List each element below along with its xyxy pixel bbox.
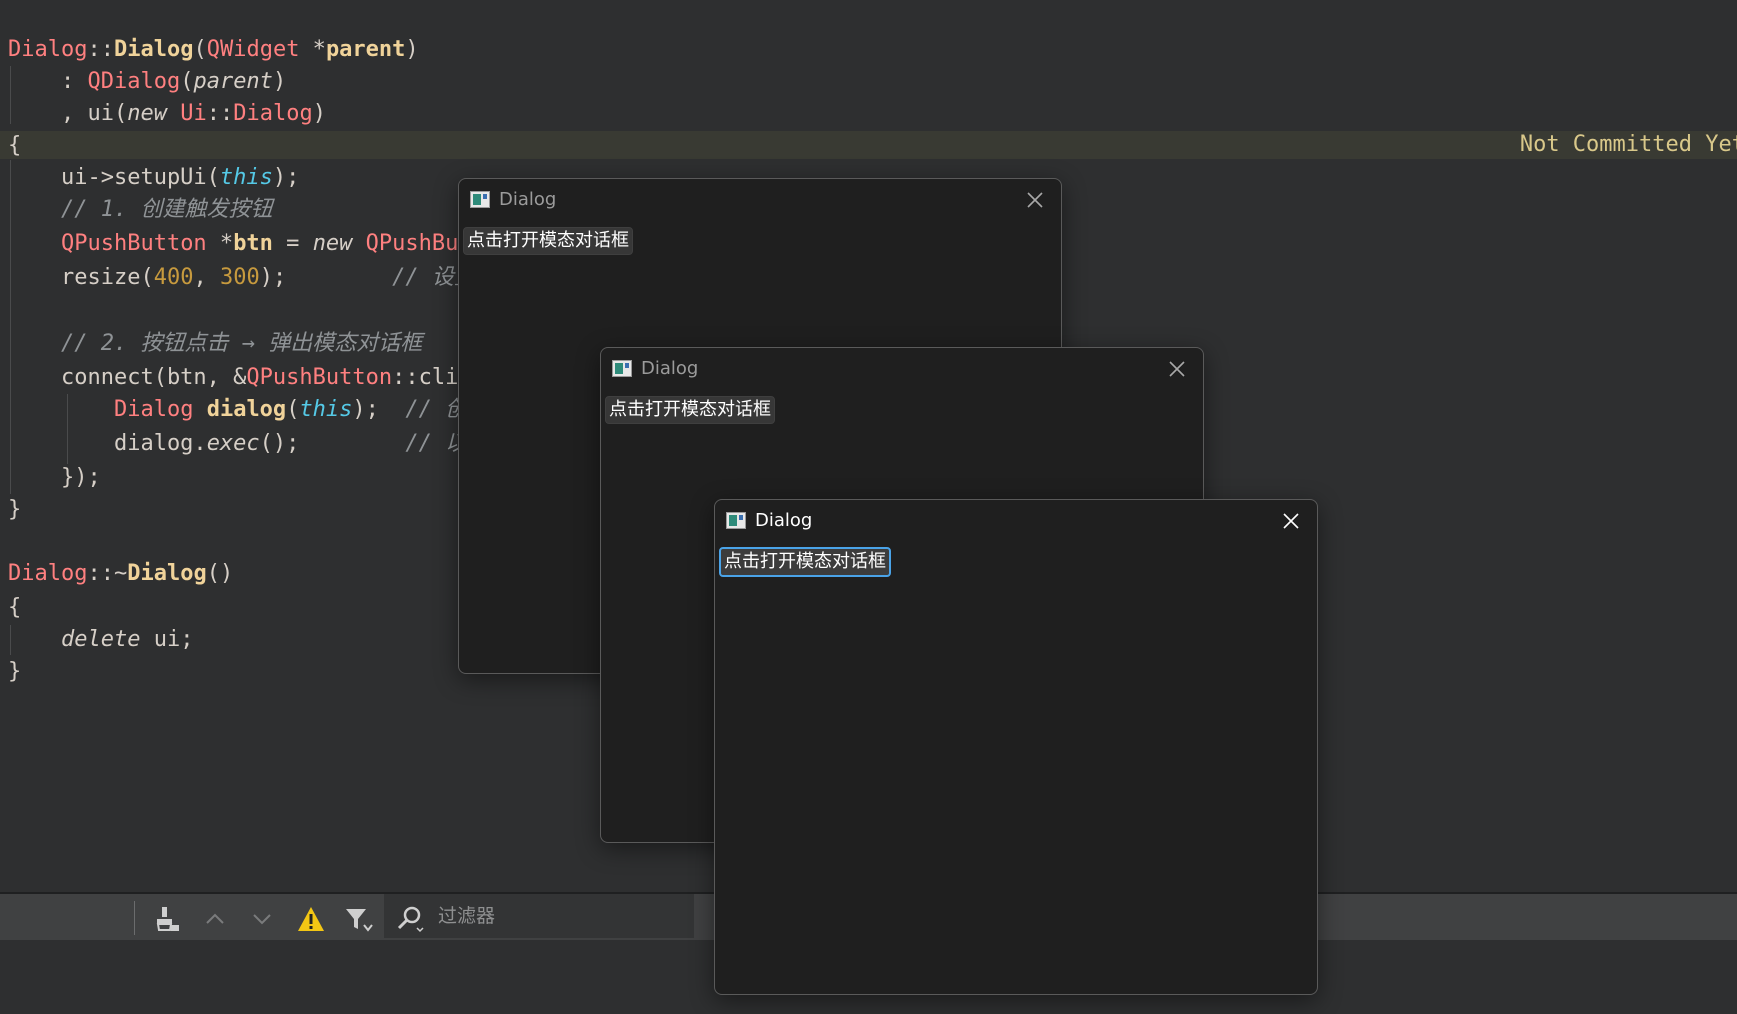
clean-brush-icon[interactable]: [152, 903, 182, 935]
code-line[interactable]: });: [8, 462, 101, 494]
warning-icon[interactable]: [296, 903, 326, 935]
dialog-title-bar[interactable]: Dialog: [459, 179, 1061, 221]
code-line[interactable]: : QDialog(parent): [8, 66, 286, 98]
app-icon: [726, 512, 746, 529]
code-line[interactable]: // 1. 创建触发按钮: [8, 194, 272, 226]
app-icon: [470, 191, 490, 208]
dialog-title: Dialog: [641, 358, 699, 379]
code-line[interactable]: }: [8, 494, 21, 526]
code-line[interactable]: // 2. 按钮点击 → 弹出模态对话框: [8, 328, 422, 360]
code-line[interactable]: ui->setupUi(this);: [8, 162, 299, 194]
code-line[interactable]: Dialog::~Dialog(): [8, 558, 233, 590]
filter-field[interactable]: [384, 894, 694, 938]
current-line-highlight: [0, 131, 1737, 159]
search-icon[interactable]: [395, 903, 425, 935]
close-icon[interactable]: [1277, 507, 1305, 535]
dialog-title-bar[interactable]: Dialog: [601, 348, 1203, 390]
blame-annotation: Not Committed Yet: [1519, 132, 1737, 157]
dialog-title: Dialog: [499, 189, 557, 210]
arrow-up-icon[interactable]: [200, 903, 230, 935]
close-icon[interactable]: [1021, 186, 1049, 214]
dialog-window-3[interactable]: Dialog 点击打开模态对话框: [714, 499, 1318, 995]
dialog-title-bar[interactable]: Dialog: [715, 500, 1317, 542]
code-line[interactable]: , ui(new Ui::Dialog): [8, 98, 326, 130]
dialog-title: Dialog: [755, 510, 813, 531]
arrow-down-icon[interactable]: [247, 903, 277, 935]
code-line[interactable]: delete ui;: [8, 624, 193, 656]
open-modal-button[interactable]: 点击打开模态对话框: [605, 396, 775, 424]
code-line[interactable]: }: [8, 656, 21, 688]
open-modal-button[interactable]: 点击打开模态对话框: [463, 227, 633, 255]
toolbar-separator: [134, 901, 135, 935]
close-icon[interactable]: [1163, 355, 1191, 383]
open-modal-button[interactable]: 点击打开模态对话框: [719, 547, 891, 577]
code-line[interactable]: Dialog::Dialog(QWidget *parent): [8, 34, 419, 66]
code-line[interactable]: {: [8, 592, 21, 624]
filter-icon[interactable]: [344, 903, 374, 935]
code-line[interactable]: {: [8, 130, 21, 162]
app-icon: [612, 360, 632, 377]
filter-placeholder: 过滤器: [438, 905, 496, 927]
